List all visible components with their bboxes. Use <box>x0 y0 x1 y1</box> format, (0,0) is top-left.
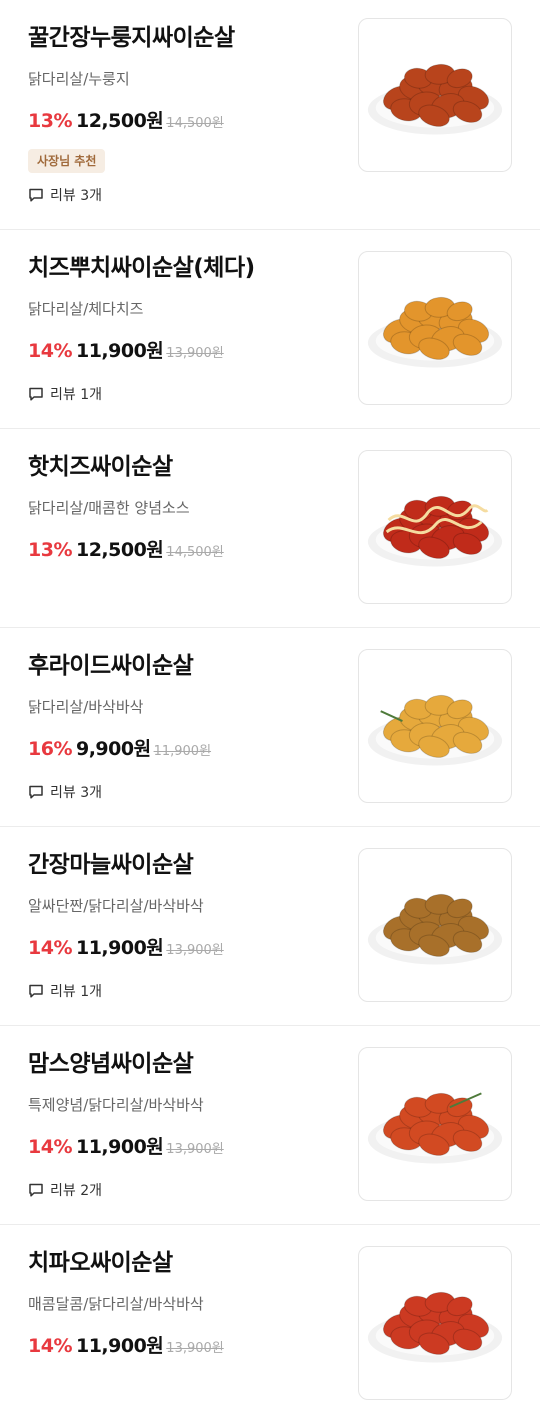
menu-item-image[interactable] <box>358 251 512 405</box>
menu-item-image[interactable] <box>358 450 512 604</box>
menu-item-name: 맘스양념싸이순살 <box>28 1051 194 1077</box>
discount-rate: 14% <box>28 937 72 959</box>
sale-price: 12,500원 <box>75 110 164 132</box>
sale-price: 11,900원 <box>75 1335 164 1357</box>
comment-icon <box>29 387 43 401</box>
original-price: 14,500원 <box>166 116 224 131</box>
menu-item[interactable]: 간장마늘싸이순살 알싸단짠/닭다리살/바삭바삭 14% 11,900원 13,9… <box>0 827 540 1026</box>
sale-price: 11,900원 <box>75 340 164 362</box>
original-price: 13,900원 <box>166 1341 224 1356</box>
menu-item-name: 치즈뿌치싸이순살(체다) <box>28 255 255 281</box>
sale-price: 11,900원 <box>75 1136 164 1158</box>
review-count-label: 리뷰 1개 <box>50 984 102 1000</box>
review-count[interactable]: 리뷰 2개 <box>28 1180 102 1200</box>
menu-list: 꿀간장누룽지싸이순살 닭다리살/누룽지 13% 12,500원 14,500원 … <box>0 0 540 1412</box>
sale-price: 11,900원 <box>75 937 164 959</box>
menu-item-description: 닭다리살/바삭바삭 <box>28 698 144 716</box>
discount-rate: 16% <box>28 738 72 760</box>
discount-rate: 13% <box>28 110 72 132</box>
honey-soy-chicken-icon <box>367 63 503 135</box>
menu-item-image[interactable] <box>358 649 512 803</box>
menu-item-description: 닭다리살/누룽지 <box>28 70 130 88</box>
menu-item-name: 간장마늘싸이순살 <box>28 852 194 878</box>
menu-item-name: 핫치즈싸이순살 <box>28 454 173 480</box>
menu-item-description: 특제양념/닭다리살/바삭바삭 <box>28 1096 204 1114</box>
menu-item-description: 닭다리살/체다치즈 <box>28 300 144 318</box>
comment-icon <box>29 1183 43 1197</box>
comment-icon <box>29 188 43 202</box>
price-row: 13% 12,500원 14,500원 <box>28 535 224 562</box>
comment-icon <box>29 785 43 799</box>
menu-item[interactable]: 맘스양념싸이순살 특제양념/닭다리살/바삭바삭 14% 11,900원 13,9… <box>0 1026 540 1225</box>
menu-item-description: 알싸단짠/닭다리살/바삭바삭 <box>28 897 204 915</box>
review-count-label: 리뷰 3개 <box>50 785 102 801</box>
menu-item-image[interactable] <box>358 1246 512 1400</box>
owner-recommend-badge: 사장님 추천 <box>28 149 106 173</box>
discount-rate: 14% <box>28 1136 72 1158</box>
price-row: 13% 12,500원 14,500원 <box>28 106 224 133</box>
menu-item-description: 매콤달콤/닭다리살/바삭바삭 <box>28 1295 204 1313</box>
soy-garlic-chicken-icon <box>367 893 503 965</box>
menu-item-image[interactable] <box>358 848 512 1002</box>
cheddar-cheese-chicken-icon <box>367 296 503 368</box>
review-count[interactable]: 리뷰 1개 <box>28 384 102 404</box>
price-row: 14% 11,900원 13,900원 <box>28 933 224 960</box>
review-count-label: 리뷰 3개 <box>50 188 102 204</box>
menu-item-image[interactable] <box>358 18 512 172</box>
original-price: 11,900원 <box>153 744 212 759</box>
menu-item[interactable]: 후라이드싸이순살 닭다리살/바삭바삭 16% 9,900원 11,900원 리뷰… <box>0 628 540 827</box>
fried-chicken-icon <box>367 694 503 766</box>
comment-icon <box>29 984 43 998</box>
discount-rate: 13% <box>28 539 72 561</box>
hot-cheese-chicken-icon <box>367 495 503 567</box>
sale-price: 12,500원 <box>75 539 164 561</box>
discount-rate: 14% <box>28 1335 72 1357</box>
menu-item-name: 치파오싸이순살 <box>28 1250 173 1276</box>
menu-item[interactable]: 꿀간장누룽지싸이순살 닭다리살/누룽지 13% 12,500원 14,500원 … <box>0 0 540 230</box>
review-count[interactable]: 리뷰 1개 <box>28 981 102 1001</box>
seasoned-chicken-icon <box>367 1092 503 1164</box>
menu-item-image[interactable] <box>358 1047 512 1201</box>
price-row: 14% 11,900원 13,900원 <box>28 1132 224 1159</box>
menu-item-name: 꿀간장누룽지싸이순살 <box>28 25 235 51</box>
original-price: 13,900원 <box>166 346 224 361</box>
review-count-label: 리뷰 2개 <box>50 1183 102 1199</box>
menu-item[interactable]: 치파오싸이순살 매콤달콤/닭다리살/바삭바삭 14% 11,900원 13,90… <box>0 1225 540 1412</box>
review-count-label: 리뷰 1개 <box>50 387 102 403</box>
menu-item[interactable]: 치즈뿌치싸이순살(체다) 닭다리살/체다치즈 14% 11,900원 13,90… <box>0 230 540 429</box>
sale-price: 9,900원 <box>75 738 151 760</box>
review-count[interactable]: 리뷰 3개 <box>28 185 102 205</box>
menu-item[interactable]: 핫치즈싸이순살 닭다리살/매콤한 양념소스 13% 12,500원 14,500… <box>0 429 540 628</box>
discount-rate: 14% <box>28 340 72 362</box>
price-row: 16% 9,900원 11,900원 <box>28 734 211 761</box>
review-count[interactable]: 리뷰 3개 <box>28 782 102 802</box>
menu-item-name: 후라이드싸이순살 <box>28 653 194 679</box>
original-price: 13,900원 <box>166 943 224 958</box>
menu-item-description: 닭다리살/매콤한 양념소스 <box>28 499 190 517</box>
price-row: 14% 11,900원 13,900원 <box>28 336 224 363</box>
chipao-chicken-icon <box>367 1291 503 1363</box>
original-price: 13,900원 <box>166 1142 224 1157</box>
original-price: 14,500원 <box>166 545 224 560</box>
price-row: 14% 11,900원 13,900원 <box>28 1331 224 1358</box>
